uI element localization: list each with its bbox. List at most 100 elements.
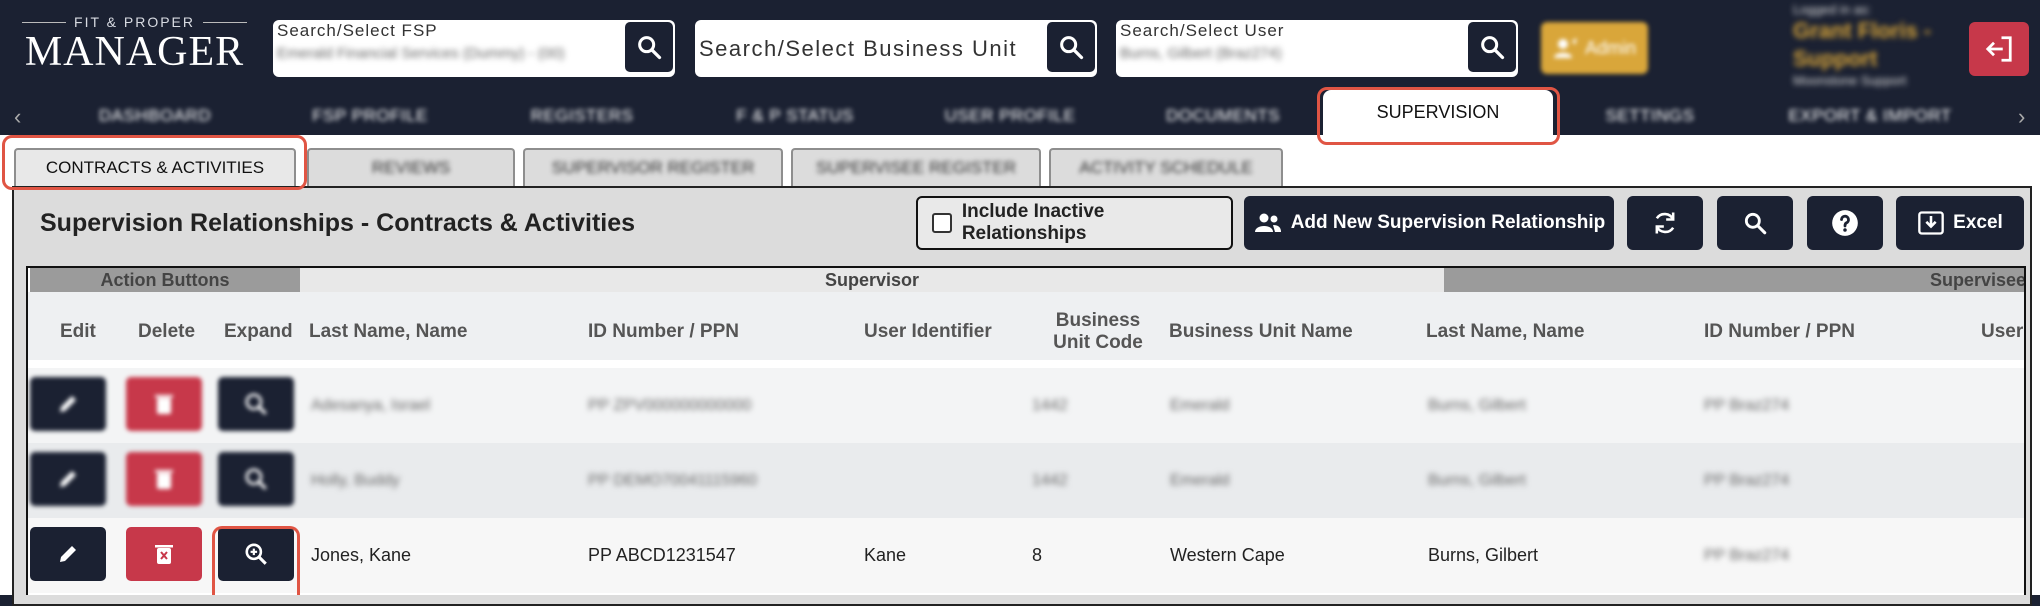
delete-button[interactable]: [126, 452, 202, 506]
col-header-supervisor-user-id[interactable]: User Identifier: [864, 304, 992, 360]
fsp-search-field[interactable]: Search/Select FSP Emerald Financial Serv…: [273, 20, 675, 77]
subtab-supervisee-register[interactable]: SUPERVISEE REGISTER: [791, 148, 1041, 186]
delete-button[interactable]: [126, 377, 202, 431]
group-header-supervisor: Supervisor: [300, 268, 1444, 292]
col-header-delete: Delete: [138, 321, 196, 342]
business-unit-search-button[interactable]: [1047, 22, 1095, 72]
subtab-supervisor-register-label: SUPERVISOR REGISTER: [551, 158, 755, 177]
refresh-icon: [1655, 212, 1675, 234]
col-header-edit: Edit: [60, 321, 96, 342]
supervisor-name-cell: Adesanya, Israel: [311, 396, 431, 414]
group-header-actions: Action Buttons: [30, 268, 300, 292]
supervisee-id-cell: PP Braz274: [1704, 471, 1790, 489]
include-inactive-toggle[interactable]: Include Inactive Relationships: [916, 196, 1233, 250]
table-search-button[interactable]: [1717, 196, 1793, 250]
edit-button[interactable]: [30, 377, 106, 431]
col-header-supervisor-id[interactable]: ID Number / PPN: [588, 304, 739, 360]
delete-button[interactable]: [126, 527, 202, 581]
refresh-button[interactable]: [1627, 196, 1703, 250]
excel-export-button[interactable]: Excel: [1896, 196, 2024, 250]
excel-export-label: Excel: [1953, 212, 2003, 233]
search-icon: [638, 36, 662, 60]
supervisor-user-id-cell: Kane: [864, 545, 907, 565]
edit-button[interactable]: [30, 527, 106, 581]
add-supervision-relationship-button[interactable]: Add New Supervision Relationship: [1244, 196, 1614, 250]
fsp-search-label: Search/Select FSP: [277, 21, 438, 40]
supervisee-id-cell: PP Braz274: [1704, 546, 1790, 564]
login-info: Logged in as: Grant Floris - Support Moo…: [1793, 2, 1931, 88]
trash-icon: [155, 395, 173, 414]
logged-in-name-line1: Grant Floris -: [1793, 18, 1932, 43]
business-unit-search-field[interactable]: Search/Select Business Unit: [695, 20, 1097, 77]
edit-button[interactable]: [30, 452, 106, 506]
supervisor-id-cell: PP DEMO70041115960: [588, 471, 758, 489]
pencil-icon: [60, 471, 76, 487]
pencil-icon: [60, 396, 76, 412]
business-unit-name-cell: Western Cape: [1170, 545, 1285, 565]
page-title: Supervision Relationships - Contracts & …: [40, 209, 636, 237]
user-search-value: Burns, Gilbert (Braz274): [1120, 45, 1282, 62]
download-icon: [1918, 211, 1945, 235]
fsp-search-value: Emerald Financial Services (Dummy) - (00…: [277, 45, 565, 62]
user-search-field[interactable]: Search/Select User Burns, Gilbert (Braz2…: [1116, 20, 1518, 77]
trash-icon: [155, 470, 173, 489]
col-header-supervisee-name[interactable]: Last Name, Name: [1426, 304, 1584, 360]
business-unit-search-placeholder: Search/Select Business Unit: [699, 36, 1018, 61]
col-header-business-unit-code[interactable]: Business Unit Code: [1038, 304, 1158, 360]
logo-title: MANAGER: [24, 29, 245, 75]
subtab-supervisor-register[interactable]: SUPERVISOR REGISTER: [523, 148, 783, 186]
help-button[interactable]: [1807, 196, 1883, 250]
zoom-in-icon: [245, 468, 267, 490]
app-logo: FIT & PROPER MANAGER: [22, 14, 248, 75]
search-icon: [1744, 212, 1767, 235]
logged-in-name-line2: Support: [1793, 46, 1878, 71]
supervisee-name-cell: Burns, Gilbert: [1428, 471, 1526, 489]
supervisor-id-cell: PP ZPV000000000000: [588, 396, 752, 414]
subtab-supervisee-register-label: SUPERVISEE REGISTER: [816, 158, 1016, 177]
nav-scroll-left-icon[interactable]: ‹: [14, 104, 21, 130]
user-search-button[interactable]: [1468, 22, 1516, 72]
supervisee-name-cell: Burns, Gilbert: [1428, 396, 1526, 414]
add-supervision-relationship-label: Add New Supervision Relationship: [1290, 212, 1606, 233]
expand-button[interactable]: [218, 452, 294, 506]
pencil-icon: [60, 546, 76, 562]
fsp-search-button[interactable]: [625, 22, 673, 72]
include-inactive-checkbox[interactable]: [932, 213, 952, 233]
business-unit-code-cell: 1442: [1032, 396, 1068, 414]
logout-button[interactable]: [1969, 22, 2029, 76]
search-icon: [1481, 36, 1505, 60]
col-header-bu-code-line2: Unit Code: [1053, 332, 1143, 353]
admin-button[interactable]: Admin: [1541, 22, 1648, 74]
subtab-activity-schedule[interactable]: ACTIVITY SCHEDULE: [1049, 148, 1283, 186]
relationships-table: Action Buttons Supervisor Supervisee Edi…: [26, 266, 2026, 595]
user-admin-icon: [1553, 38, 1577, 58]
expand-button[interactable]: [218, 377, 294, 431]
search-icon: [1060, 36, 1084, 60]
zoom-in-icon: [245, 393, 267, 415]
business-unit-name-cell: Emerald: [1170, 396, 1230, 414]
col-header-supervisee-user-id[interactable]: User: [1981, 304, 2023, 360]
col-header-supervisor-name[interactable]: Last Name, Name: [309, 304, 467, 360]
business-unit-code-cell: 8: [1032, 545, 1043, 565]
logged-in-role: Moonstone Support: [1793, 73, 1907, 88]
supervision-tab-highlight: [1317, 87, 1560, 145]
col-header-business-unit-name[interactable]: Business Unit Name: [1169, 304, 1353, 360]
col-header-supervisee-id[interactable]: ID Number / PPN: [1704, 304, 1855, 360]
include-inactive-label: Include Inactive Relationships: [961, 201, 1105, 244]
table-row: Holly, Buddy PP DEMO70041115960 1442 Eme…: [28, 443, 2024, 518]
supervisor-name-cell: Jones, Kane: [311, 545, 412, 565]
supervisor-name-cell: Holly, Buddy: [311, 471, 400, 489]
supervisor-id-cell: PP ABCD1231547: [588, 545, 736, 565]
supervisee-name-cell: Burns, Gilbert: [1428, 545, 1539, 565]
admin-label: Admin: [1584, 37, 1637, 58]
user-search-label: Search/Select User: [1120, 21, 1285, 40]
col-header-expand: Expand: [224, 321, 293, 342]
contracts-subtab-highlight: [2, 135, 307, 190]
group-header-supervisee: Supervisee: [1444, 268, 2024, 292]
supervisee-id-cell: PP Braz274: [1704, 396, 1790, 414]
nav-scroll-right-icon[interactable]: ›: [2018, 104, 2025, 130]
top-bar: FIT & PROPER MANAGER Search/Select FSP E…: [0, 0, 2040, 100]
business-unit-name-cell: Emerald: [1170, 471, 1230, 489]
subtab-reviews[interactable]: REVIEWS: [307, 148, 515, 186]
subtab-reviews-label: REVIEWS: [371, 158, 451, 177]
